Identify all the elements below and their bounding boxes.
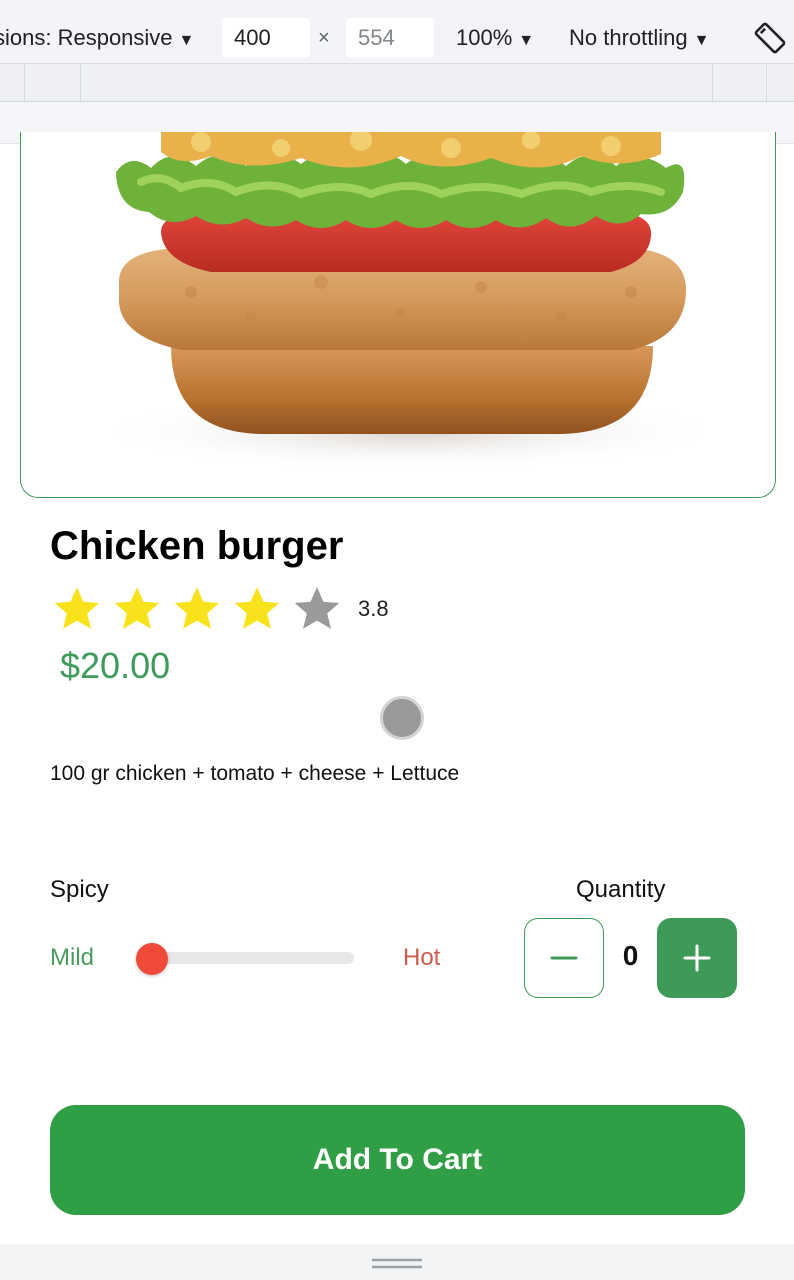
spicy-min-label: Mild bbox=[50, 944, 95, 971]
add-to-cart-button[interactable]: Add To Cart bbox=[50, 1105, 745, 1215]
zoom-caret-icon: ▼ bbox=[518, 32, 535, 49]
rotate-icon[interactable] bbox=[752, 20, 788, 56]
minus-icon bbox=[550, 956, 578, 960]
star-filled-icon[interactable] bbox=[52, 584, 102, 634]
rating-row: 3.8 bbox=[52, 583, 389, 635]
quantity-value: 0 bbox=[622, 940, 639, 971]
width-input[interactable]: 400 bbox=[222, 18, 310, 58]
throttling-label: No throttling bbox=[569, 25, 688, 50]
quantity-label: Quantity bbox=[576, 876, 666, 903]
star-filled-icon[interactable] bbox=[112, 584, 162, 634]
product-price: $20.00 bbox=[60, 645, 171, 686]
resize-handle-icon[interactable] bbox=[372, 1258, 422, 1270]
media-query-segment[interactable] bbox=[24, 64, 80, 102]
product-image-card bbox=[20, 132, 776, 498]
times-icon: × bbox=[318, 27, 330, 49]
throttling-caret-icon: ▼ bbox=[693, 32, 710, 49]
zoom-label: 100% bbox=[456, 25, 513, 50]
media-query-segment[interactable] bbox=[766, 64, 794, 102]
spicy-slider-thumb[interactable] bbox=[136, 943, 168, 975]
dimensions-label: sions: Responsive bbox=[0, 25, 173, 50]
height-input[interactable]: 554 bbox=[346, 18, 434, 58]
throttling-dropdown[interactable]: No throttling ▼ bbox=[569, 22, 709, 57]
plus-icon bbox=[683, 944, 711, 972]
touch-cursor-indicator bbox=[380, 696, 424, 740]
product-description: 100 gr chicken + tomato + cheese + Lettu… bbox=[50, 762, 460, 785]
media-query-segment[interactable] bbox=[712, 64, 766, 102]
product-title: Chicken burger bbox=[50, 524, 344, 568]
star-filled-icon[interactable] bbox=[172, 584, 222, 634]
media-query-bar bbox=[0, 64, 794, 102]
burger-image bbox=[91, 132, 731, 472]
quantity-increment-button[interactable] bbox=[657, 918, 737, 998]
dimensions-dropdown[interactable]: sions: Responsive ▼ bbox=[0, 22, 194, 57]
media-query-segment[interactable] bbox=[80, 64, 712, 102]
zoom-dropdown[interactable]: 100% ▼ bbox=[456, 22, 534, 57]
spicy-slider-track[interactable] bbox=[150, 952, 354, 964]
star-empty-icon[interactable] bbox=[292, 584, 342, 634]
dimensions-caret-icon: ▼ bbox=[178, 32, 195, 49]
rating-value: 3.8 bbox=[358, 596, 389, 621]
spicy-max-label: Hot bbox=[403, 944, 441, 971]
star-filled-icon[interactable] bbox=[232, 584, 282, 634]
quantity-decrement-button[interactable] bbox=[524, 918, 604, 998]
devtools-device-toolbar: sions: Responsive ▼ 400 × 554 100% ▼ No th… bbox=[0, 0, 794, 64]
spicy-label: Spicy bbox=[50, 876, 109, 903]
